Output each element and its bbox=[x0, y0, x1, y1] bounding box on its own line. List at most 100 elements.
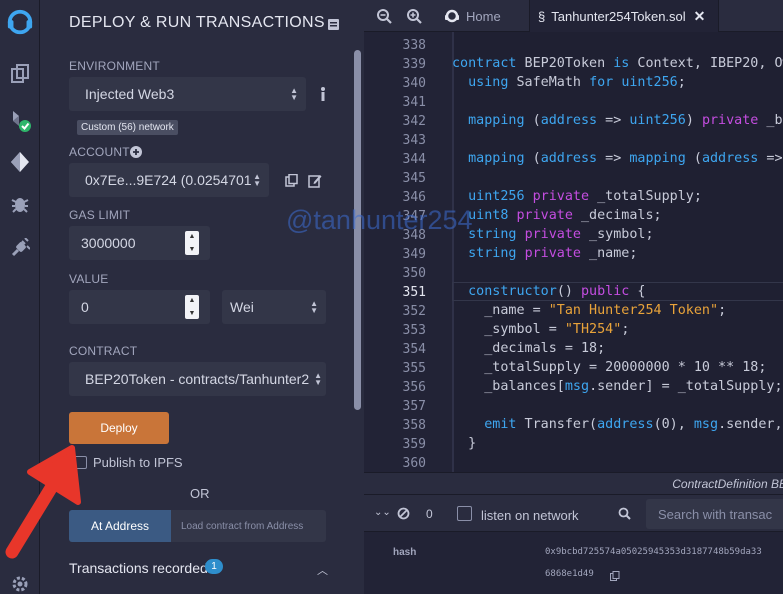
line-gutter: 338 339 340 341 342 343 344 345 346 347 348 349 350 3… bbox=[364, 32, 452, 472]
panel-scrollbar[interactable] bbox=[351, 0, 364, 594]
terminal-toolbar: ⌄⌄ 0 listen on network Search with trans… bbox=[364, 494, 783, 532]
value-stepper[interactable]: ▲ ▼ bbox=[185, 295, 199, 319]
line-number: 344 bbox=[402, 152, 426, 167]
account-select[interactable]: 0x7Ee...9E724 (0.0254701 ▲ ▼ bbox=[69, 163, 269, 197]
line-number: 360 bbox=[402, 456, 426, 471]
active-line-highlight bbox=[452, 282, 783, 301]
chevrons-down-icon[interactable]: ⌄⌄ bbox=[374, 507, 391, 518]
add-account-icon[interactable] bbox=[130, 145, 142, 158]
code-line: mapping (address => mapping (address => bbox=[468, 151, 783, 166]
transactions-count-badge: 1 bbox=[205, 559, 223, 574]
line-number: 351 bbox=[402, 285, 426, 300]
gas-limit-label: GAS LIMIT bbox=[69, 208, 131, 222]
file-explorer-icon[interactable] bbox=[6, 60, 34, 88]
line-number: 339 bbox=[402, 57, 426, 72]
tab-file-label: Tanhunter254Token.sol bbox=[551, 8, 686, 24]
account-value: 0x7Ee...9E724 (0.0254701 bbox=[85, 172, 252, 188]
tab-file[interactable]: § Tanhunter254Token.sol ✕ bbox=[529, 0, 719, 32]
remix-logo-icon[interactable] bbox=[6, 8, 34, 36]
line-number: 357 bbox=[402, 399, 426, 414]
panel-title: DEPLOY & RUN TRANSACTIONS bbox=[69, 14, 325, 31]
pending-count: 0 bbox=[426, 507, 433, 521]
code-line: using SafeMath for uint256; bbox=[468, 75, 686, 90]
line-number: 343 bbox=[402, 133, 426, 148]
code-line: _symbol = "TH254"; bbox=[452, 322, 630, 337]
zoom-in-icon[interactable] bbox=[406, 8, 422, 24]
code-line: mapping (address => uint256) private _ba bbox=[468, 113, 783, 128]
deploy-run-icon[interactable] bbox=[6, 148, 34, 176]
copy-icon[interactable] bbox=[285, 173, 298, 187]
line-number: 355 bbox=[402, 361, 426, 376]
code-line: string private _symbol; bbox=[468, 227, 654, 242]
code-line: uint256 private _totalSupply; bbox=[468, 189, 702, 204]
code-line: _totalSupply = 20000000 * 10 ** 18; bbox=[452, 360, 767, 375]
hash-value-2: 6868e1d49 bbox=[545, 569, 594, 579]
value-amount: 0 bbox=[81, 299, 89, 315]
value-unit: Wei bbox=[230, 299, 254, 315]
code-editor[interactable]: 338 339 340 341 342 343 344 345 346 347 348 349 350 3… bbox=[364, 32, 783, 472]
remix-home-icon bbox=[445, 9, 459, 23]
hash-value-1: 0x9bcbd725574a05025945353d3187748b59da33 bbox=[545, 547, 762, 557]
red-annotation-arrow-icon bbox=[5, 445, 81, 559]
line-number: 349 bbox=[402, 247, 426, 262]
info-icon[interactable] bbox=[319, 86, 327, 102]
copy-hash-icon[interactable] bbox=[610, 568, 620, 581]
gas-limit-stepper[interactable]: ▲ ▼ bbox=[185, 231, 199, 255]
close-icon[interactable]: ✕ bbox=[694, 8, 706, 25]
code-line: _balances[msg.sender] = _totalSupply; bbox=[452, 379, 783, 394]
plugin-manager-icon[interactable] bbox=[6, 234, 34, 262]
gas-limit-value: 3000000 bbox=[81, 235, 136, 251]
line-number: 341 bbox=[402, 95, 426, 110]
hash-label: hash bbox=[393, 547, 417, 558]
editor-tabs: Home § Tanhunter254Token.sol ✕ bbox=[364, 0, 783, 32]
line-number: 350 bbox=[402, 266, 426, 281]
line-number: 356 bbox=[402, 380, 426, 395]
terminal-output: hash 0x9bcbd725574a05025945353d3187748b5… bbox=[364, 532, 783, 594]
edit-icon[interactable] bbox=[308, 174, 322, 188]
settings-gear-icon[interactable] bbox=[6, 570, 34, 594]
clear-console-icon[interactable] bbox=[397, 507, 410, 520]
listen-network-label: listen on network bbox=[481, 508, 579, 523]
code-line: string private _name; bbox=[468, 246, 638, 261]
search-icon bbox=[618, 507, 631, 520]
line-number: 342 bbox=[402, 114, 426, 129]
line-number: 352 bbox=[402, 304, 426, 319]
code-line: contract BEP20Token is Context, IBEP20, … bbox=[452, 56, 783, 71]
watermark-text: @tanhunter254 bbox=[286, 205, 473, 235]
line-number: 354 bbox=[402, 342, 426, 357]
line-number: 345 bbox=[402, 171, 426, 186]
zoom-out-icon[interactable] bbox=[376, 8, 392, 24]
solidity-compiler-icon[interactable] bbox=[6, 106, 34, 134]
at-address-input[interactable]: Load contract from Address bbox=[171, 510, 326, 542]
line-number: 338 bbox=[402, 38, 426, 53]
value-unit-select[interactable]: Wei ▲ ▼ bbox=[222, 290, 326, 324]
select-caret-icon: ▲ ▼ bbox=[290, 86, 298, 102]
contract-value: BEP20Token - contracts/Tanhunter2 bbox=[85, 371, 310, 387]
environment-select[interactable]: Injected Web3 ▲ ▼ bbox=[69, 77, 306, 111]
context-label: ContractDefinition BE bbox=[672, 477, 783, 491]
select-caret-icon: ▲ ▼ bbox=[253, 172, 261, 188]
panel-docs-icon[interactable] bbox=[328, 17, 339, 30]
select-caret-icon: ▲ ▼ bbox=[310, 299, 318, 315]
select-caret-icon: ▲ ▼ bbox=[314, 371, 322, 387]
line-number: 358 bbox=[402, 418, 426, 433]
environment-value: Injected Web3 bbox=[85, 86, 175, 102]
chevron-up-icon[interactable]: ︿ bbox=[317, 562, 328, 578]
code-line: _decimals = 18; bbox=[452, 341, 606, 356]
tab-home[interactable]: Home bbox=[434, 0, 528, 32]
account-label: ACCOUNT bbox=[69, 145, 130, 159]
contract-label: CONTRACT bbox=[69, 344, 138, 358]
code-line: emit Transfer(address(0), msg.sender, bbox=[484, 417, 783, 432]
tab-home-label: Home bbox=[466, 8, 501, 24]
network-badge: Custom (56) network bbox=[77, 120, 178, 135]
contract-select[interactable]: BEP20Token - contracts/Tanhunter2 ▲ ▼ bbox=[69, 362, 326, 396]
debugger-bug-icon[interactable] bbox=[6, 190, 34, 218]
line-number: 359 bbox=[402, 437, 426, 452]
terminal-search-input[interactable]: Search with transac bbox=[646, 499, 783, 529]
code-line: _name = "Tan Hunter254 Token"; bbox=[452, 303, 727, 318]
listen-network-checkbox[interactable] bbox=[457, 506, 472, 521]
value-label: VALUE bbox=[69, 272, 109, 286]
terminal-context-bar: ContractDefinition BE bbox=[364, 472, 783, 494]
code-line: } bbox=[452, 436, 477, 451]
code-line: uint8 private _decimals; bbox=[468, 208, 662, 223]
